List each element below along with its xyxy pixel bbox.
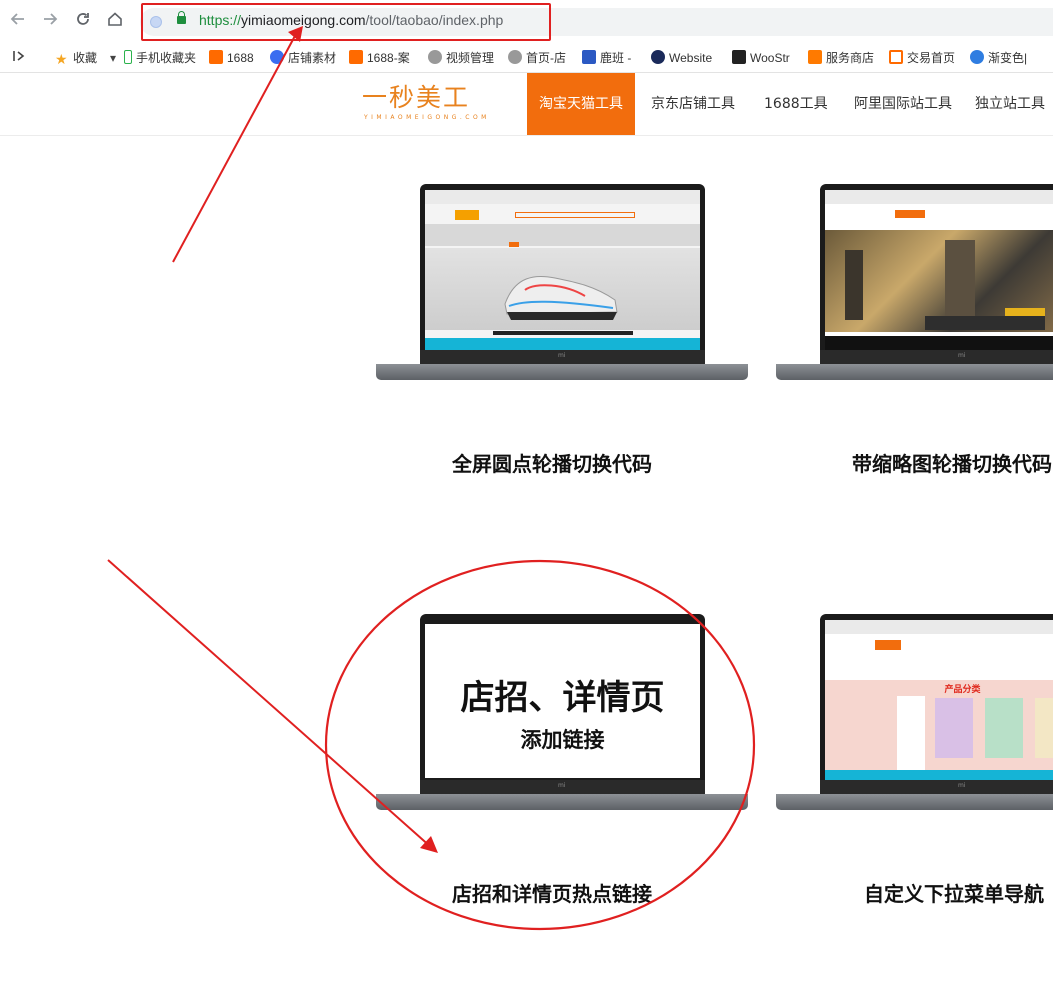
nav-jd-tools[interactable]: 京东店铺工具 [651, 73, 735, 135]
forward-button[interactable] [38, 10, 62, 34]
woo-icon [732, 50, 746, 64]
url-highlight-box [141, 3, 551, 41]
home-icon [108, 12, 122, 26]
luban-icon [582, 50, 596, 64]
bookmark-label: 交易首页 [907, 51, 956, 65]
bookmark-item[interactable]: 1688 [209, 49, 263, 67]
bookmark-item[interactable]: 服务商店 [808, 49, 878, 67]
bookmark-label: 首页-店 [526, 51, 566, 65]
bookmark-label: 1688-案 [367, 51, 410, 65]
arrow-left-icon [10, 13, 24, 25]
card-2-screen-preview [825, 190, 1053, 350]
card-4-laptop-image[interactable]: 产品分类 mi [776, 614, 1053, 810]
reload-icon [77, 13, 89, 25]
mi-logo: mi [558, 352, 566, 359]
card-2-laptop-image[interactable]: mi [776, 184, 1053, 380]
bookmark-label: 服务商店 [826, 51, 875, 65]
globe-icon [508, 50, 522, 64]
bookmark-item[interactable]: 店铺素材 [270, 49, 342, 67]
alibaba-icon [889, 50, 903, 64]
bookmark-item[interactable]: 手机收藏夹 [124, 49, 204, 67]
bookmark-label: 视频管理 [446, 51, 495, 65]
arrow-head-icon [420, 836, 438, 853]
bookmark-label: 渐变色| [988, 51, 1028, 65]
bookmark-dropdown[interactable]: ▾ [110, 49, 120, 67]
nav-alibaba-intl-tools[interactable]: 阿里国际站工具 [854, 73, 952, 135]
mi-logo: mi [958, 782, 966, 789]
annotation-overlay [107, 26, 756, 931]
site-header: 一秒美工 YIMIAOMEIGONG.COM 淘宝天猫工具 京东店铺工具 168… [0, 73, 1053, 136]
browser-toolbar: https://yimiaomeigong.com/tool/taobao/in… [0, 0, 1053, 44]
taobao-icon [808, 50, 822, 64]
bookmark-label: Website [669, 51, 713, 65]
apps-shortcut[interactable] [12, 49, 28, 67]
sneaker-image [504, 275, 618, 320]
product-category-heading: 产品分类 [944, 685, 981, 695]
bookmark-item[interactable]: 交易首页 [889, 49, 959, 67]
card-1-laptop-image[interactable]: mi [376, 184, 748, 380]
card-3-laptop-image[interactable]: 店招、详情页 添加链接 mi [376, 614, 748, 810]
arrow-right-icon [44, 13, 58, 25]
poster-main-text: 店招、详情页 [460, 678, 665, 718]
bookmark-item[interactable]: 渐变色| [970, 49, 1040, 67]
bookmark-label: 店铺素材 [288, 51, 337, 65]
bookmark-label: 鹿班 - [600, 51, 632, 65]
mi-logo: mi [558, 782, 566, 789]
bookmarks-bar: ★ 收藏 ▾ 手机收藏夹 1688 店铺素材 1688-案 视频管理 首页-店 鹿… [0, 44, 1053, 73]
bookmark-item[interactable]: 鹿班 - [582, 49, 640, 67]
bookmark-item[interactable]: 视频管理 [428, 49, 498, 67]
card-4-screen-preview: 产品分类 [825, 620, 1053, 780]
1688-icon [349, 50, 363, 64]
back-button[interactable] [6, 10, 30, 34]
sidebar-toggle-icon [13, 51, 25, 61]
shield-icon [651, 50, 665, 64]
card-3-title[interactable]: 店招和详情页热点链接 [452, 878, 652, 907]
bookmark-item[interactable]: 首页-店 [508, 49, 570, 67]
bookmark-label: 手机收藏夹 [136, 51, 197, 65]
site-logo[interactable]: 一秒美工 YIMIAOMEIGONG.COM [362, 83, 490, 125]
shop-icon [270, 50, 284, 64]
phone-icon [124, 50, 132, 64]
card-1-title[interactable]: 全屏圆点轮播切换代码 [452, 448, 652, 477]
bookmark-item[interactable]: WooStr [732, 49, 796, 67]
card-2-title[interactable]: 带缩略图轮播切换代码 [852, 448, 1052, 477]
mi-logo: mi [958, 352, 966, 359]
card-4-title[interactable]: 自定义下拉菜单导航 [864, 878, 1044, 907]
caret-down-icon: ▾ [110, 51, 117, 65]
bookmark-label: WooStr [750, 51, 790, 65]
logo-text: 一秒美工 [362, 83, 471, 112]
card-1-screen-preview [425, 190, 700, 350]
card-3-screen-preview: 店招、详情页 添加链接 [425, 624, 700, 778]
bookmark-item[interactable]: ★ 收藏 [55, 49, 115, 67]
1688-icon [209, 50, 223, 64]
home-button[interactable] [103, 10, 127, 34]
bookmark-label: 收藏 [73, 51, 98, 65]
nav-independent-site-tools[interactable]: 独立站工具 [975, 73, 1045, 135]
bookmark-item[interactable]: 1688-案 [349, 49, 415, 67]
bookmark-label: 1688 [227, 51, 254, 65]
globe-icon [428, 50, 442, 64]
reload-button[interactable] [71, 10, 95, 34]
poster-sub-text: 添加链接 [520, 728, 605, 752]
nav-1688-tools[interactable]: 1688工具 [764, 73, 828, 135]
star-icon: ★ [55, 51, 68, 67]
nav-taobao-tools[interactable]: 淘宝天猫工具 [527, 73, 635, 135]
color-icon [970, 50, 984, 64]
bookmark-item[interactable]: Website [651, 49, 719, 67]
logo-subtext: YIMIAOMEIGONG.COM [364, 114, 490, 121]
